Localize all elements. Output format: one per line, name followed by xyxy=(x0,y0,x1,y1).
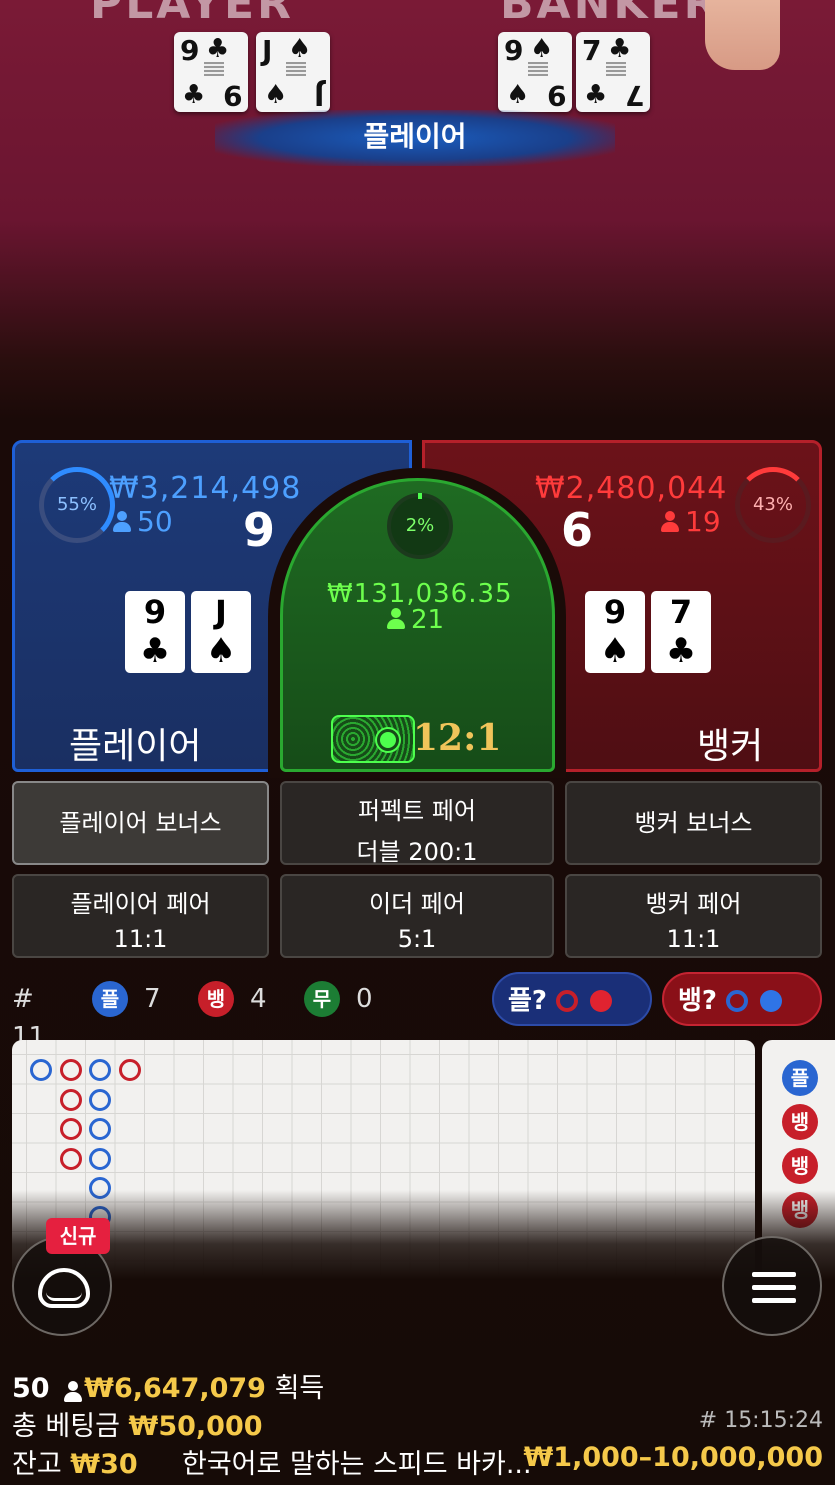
banker-bettor-count: 19 xyxy=(661,505,721,538)
bead-banker: 뱅 xyxy=(782,1148,818,1184)
filled-circle-icon xyxy=(590,990,612,1012)
video-banker-card-1: 9 ♠ ♠ 9 xyxy=(498,32,572,112)
balance-value: ₩30 xyxy=(70,1449,138,1480)
menu-button[interactable] xyxy=(722,1236,822,1336)
road-bead xyxy=(60,1059,82,1081)
road-bead xyxy=(60,1148,82,1170)
player-score: 9 xyxy=(243,503,276,557)
person-icon xyxy=(64,1381,83,1402)
banker-score: 6 xyxy=(561,503,594,557)
banker-card-1: 9 ♠ xyxy=(585,591,645,673)
table-name[interactable]: 한국어로 말하는 스피드 바카... xyxy=(182,1442,532,1481)
felt-banker-text: BANKER xyxy=(500,0,721,29)
road-bead xyxy=(60,1118,82,1140)
player-percent: 55% xyxy=(56,494,97,515)
banker-win-count: 4 xyxy=(250,984,267,1014)
tie-percent: 2% xyxy=(405,515,435,536)
tie-win-count: 0 xyxy=(356,984,373,1014)
road-bead xyxy=(30,1059,52,1081)
player-win-count: 7 xyxy=(144,984,161,1014)
bead-banker: 뱅 xyxy=(782,1104,818,1140)
felt-player-text: PLAYER xyxy=(90,0,294,29)
winners-line: 50 ₩6,647,079 획득 xyxy=(12,1366,324,1405)
bonus-ticket-icon xyxy=(331,715,415,763)
banker-win-chip: 뱅 xyxy=(198,981,234,1017)
road-bead xyxy=(60,1089,82,1111)
either-pair-button[interactable]: 이더 페어 5:1 xyxy=(280,874,554,958)
result-banner: 플레이어 xyxy=(215,110,615,166)
person-icon xyxy=(387,608,405,630)
banker-predict-button[interactable]: 뱅? xyxy=(662,972,822,1026)
player-card-2: J ♠ xyxy=(191,591,251,673)
person-icon xyxy=(661,511,679,533)
player-percent-ring: 55% xyxy=(39,467,115,543)
balance-label: 잔고 xyxy=(12,1449,62,1480)
perfect-pair-button[interactable]: 퍼펙트 페어 더블 200:1 xyxy=(280,781,554,866)
banker-percent-ring: 43% xyxy=(735,467,811,543)
big-road-board[interactable] xyxy=(12,1040,755,1280)
banker-card-2: 7 ♣ xyxy=(651,591,711,673)
person-icon xyxy=(113,511,131,533)
total-winnings: ₩6,647,079 xyxy=(84,1373,266,1404)
player-total-amount: ₩3,214,498 xyxy=(109,471,302,506)
banker-total-amount: ₩2,480,044 xyxy=(535,471,728,506)
player-predict-button[interactable]: 플? xyxy=(492,972,652,1026)
winner-count: 50 xyxy=(12,1373,50,1404)
tie-win-chip: 무 xyxy=(304,981,340,1017)
road-bead xyxy=(89,1118,111,1140)
player-card-1: 9 ♣ xyxy=(125,591,185,673)
dealer-hand xyxy=(705,0,780,70)
filled-circle-icon xyxy=(760,990,782,1012)
player-bettor-count: 50 xyxy=(113,505,173,538)
video-banker-card-2: 7 ♣ ♣ 7 xyxy=(576,32,650,112)
banker-pair-button[interactable]: 뱅커 페어 11:1 xyxy=(565,874,822,958)
total-bet-value: ₩50,000 xyxy=(128,1411,263,1442)
new-badge: 신규 xyxy=(46,1218,110,1254)
player-pair-button[interactable]: 플레이어 페어 11:1 xyxy=(12,874,269,958)
table-limits: ₩1,000–10,000,000 xyxy=(523,1442,824,1473)
hollow-circle-icon xyxy=(556,990,578,1012)
table-icon xyxy=(38,1268,90,1308)
tie-bettor-count: 21 xyxy=(387,605,444,635)
road-bead xyxy=(89,1089,111,1111)
road-bead xyxy=(119,1059,141,1081)
road-bead xyxy=(89,1148,111,1170)
round-time: # 15:15:24 xyxy=(698,1408,823,1433)
banker-label: 뱅커 xyxy=(697,726,764,767)
total-bet-line: 총 베팅금 ₩50,000 xyxy=(12,1404,263,1443)
video-player-card-2: J ♠ ♠ J xyxy=(256,32,330,112)
banker-percent: 43% xyxy=(752,494,793,515)
player-win-chip: 플 xyxy=(92,981,128,1017)
player-bonus-button[interactable]: 플레이어 보너스 xyxy=(12,781,269,865)
road-bead xyxy=(89,1059,111,1081)
live-video: PLAYER BANKER 9 ♣ ♣ 9 J ♠ ♠ J 9 ♠ ♠ 9 7 ♣ ♣ 7 플레… xyxy=(0,0,835,430)
bead-player: 플 xyxy=(782,1060,818,1096)
total-bet-label: 총 베팅금 xyxy=(12,1411,120,1442)
player-label: 플레이어 xyxy=(69,726,202,767)
hollow-circle-icon xyxy=(726,990,748,1012)
tie-bet-area[interactable]: 2% ₩131,036.35 21 12:1 xyxy=(280,478,555,772)
video-player-card-1: 9 ♣ ♣ 9 xyxy=(174,32,248,112)
banker-bonus-button[interactable]: 뱅커 보너스 xyxy=(565,781,822,865)
tie-payout: 12:1 xyxy=(413,717,502,759)
winnings-label: 획득 xyxy=(274,1373,325,1404)
tie-percent-ring: 2% xyxy=(387,493,453,559)
balance-line: 잔고 ₩30 한국어로 말하는 스피드 바카... ₩1,000–10,000,… xyxy=(12,1442,823,1481)
